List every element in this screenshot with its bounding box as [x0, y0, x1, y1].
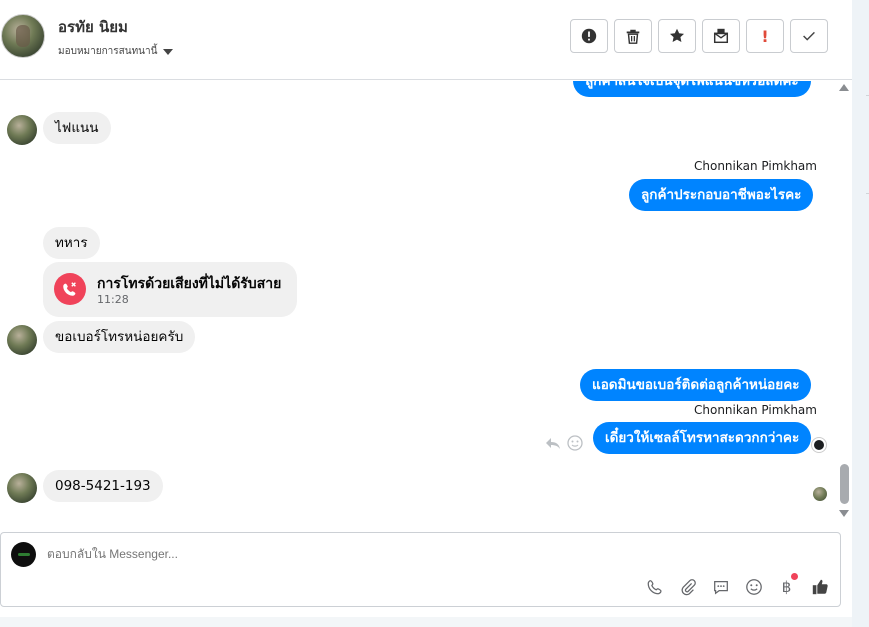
notification-dot [791, 573, 798, 580]
chat-bubble-icon [713, 580, 728, 595]
message-incoming[interactable]: ทหาร [43, 227, 100, 259]
composer-tools: ฿ [644, 573, 830, 597]
message-incoming[interactable]: ไฟแนน [43, 112, 111, 144]
contact-avatar-small [7, 115, 37, 145]
sender-name: Chonnikan Pimkham [694, 159, 817, 173]
alert-circle-icon [581, 28, 597, 44]
conversation-header: อรทัย นิยม มอบหมายการสนทนานี้ ! [0, 0, 852, 80]
attach-button[interactable] [677, 576, 698, 597]
side-strip [852, 0, 869, 627]
star-icon [669, 28, 685, 43]
contact-avatar[interactable] [1, 14, 45, 58]
assign-label: มอบหมายการสนทนานี้ [58, 46, 158, 57]
message-thread[interactable]: ลูกค้าสนใจเป็นจุดไพแนนซ์หรือสดคะ ไฟแนน C… [0, 81, 836, 517]
message-outgoing[interactable]: ลูกค้าสนใจเป็นจุดไพแนนซ์หรือสดคะ [573, 81, 811, 97]
payment-button[interactable]: ฿ [776, 573, 798, 597]
message-outgoing[interactable]: ลูกค้าประกอบอาชีพอะไรคะ [629, 179, 814, 211]
report-button[interactable] [570, 19, 608, 53]
contact-avatar-small [7, 325, 37, 355]
contact-seen-avatar [813, 487, 827, 501]
star-button[interactable] [658, 19, 696, 53]
done-button[interactable] [790, 19, 828, 53]
scrollbar-thumb[interactable] [840, 464, 849, 504]
smiley-icon [745, 578, 762, 595]
missed-call-title: การโทรด้วยเสียงที่ไม่ได้รับสาย [97, 276, 282, 292]
scroll-down-arrow[interactable] [839, 510, 849, 517]
envelope-icon [713, 28, 729, 44]
like-button[interactable] [809, 576, 830, 597]
paperclip-icon [681, 578, 696, 595]
seen-receipt-avatar [812, 438, 826, 452]
phone-icon [647, 579, 662, 594]
reply-icon[interactable] [545, 436, 561, 450]
sender-name: Chonnikan Pimkham [694, 403, 817, 417]
message-outgoing[interactable]: เดี๋ยวให้เซลล์โทรหาสะดวกกว่าคะ [593, 422, 812, 454]
scroll-up-arrow[interactable] [839, 84, 849, 91]
check-icon [803, 31, 815, 41]
header-actions: ! [570, 19, 828, 53]
message-composer: ฿ [0, 532, 841, 607]
reply-input[interactable] [47, 547, 647, 561]
contact-name[interactable]: อรทัย นิยม [58, 15, 128, 39]
thumbs-up-icon [812, 579, 828, 594]
message-outgoing[interactable]: แอดมินขอเบอร์ติดต่อลูกค้าหน่อยคะ [580, 369, 812, 401]
caret-down-icon [163, 48, 174, 55]
assign-conversation-dropdown[interactable]: มอบหมายการสนทนานี้ [58, 44, 174, 59]
conversation-panel: อรทัย นิยม มอบหมายการสนทนานี้ ! ลูกค้าสน… [0, 0, 852, 617]
missed-call-time: 11:28 [97, 293, 129, 306]
delete-button[interactable] [614, 19, 652, 53]
baht-icon: ฿ [781, 577, 792, 596]
exclamation-icon: ! [761, 26, 769, 46]
missed-call-icon [54, 273, 86, 305]
missed-call-card[interactable]: การโทรด้วยเสียงที่ไม่ได้รับสาย 11:28 [43, 262, 297, 317]
call-button[interactable] [644, 576, 665, 597]
bottom-strip [0, 617, 852, 627]
mark-unread-button[interactable] [702, 19, 740, 53]
message-incoming[interactable]: ขอเบอร์โทรหน่อยครับ [43, 321, 196, 353]
saved-replies-button[interactable] [710, 576, 731, 597]
emoji-button[interactable] [743, 576, 764, 597]
react-smiley-icon[interactable] [567, 435, 583, 451]
trash-icon [626, 29, 640, 44]
contact-avatar-small [7, 473, 37, 503]
spam-button[interactable]: ! [746, 19, 784, 53]
page-avatar [11, 542, 36, 567]
message-incoming[interactable]: 098-5421-193 [43, 470, 163, 502]
